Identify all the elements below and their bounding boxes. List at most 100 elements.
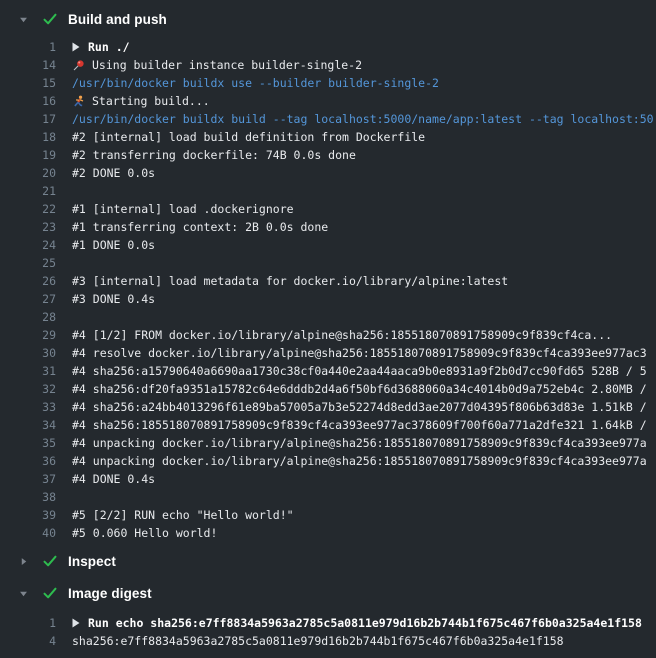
line-number[interactable]: 4 bbox=[0, 632, 56, 650]
runner-icon bbox=[72, 95, 85, 108]
line-label: #2 [internal] load build definition from… bbox=[72, 128, 425, 146]
log-line: 14 Using builder instance builder-single-… bbox=[0, 56, 656, 74]
expand-arrow-icon[interactable] bbox=[72, 618, 80, 628]
line-number[interactable]: 14 bbox=[0, 56, 56, 74]
line-number[interactable]: 38 bbox=[0, 488, 56, 506]
line-number[interactable]: 17 bbox=[0, 110, 56, 128]
line-label: #4 unpacking docker.io/library/alpine@sh… bbox=[72, 452, 647, 470]
line-text: #5 0.060 Hello world! bbox=[72, 524, 217, 542]
log-line: 30 #4 resolve docker.io/library/alpine@sh… bbox=[0, 344, 656, 362]
line-text: #3 [internal] load metadata for docker.i… bbox=[72, 272, 508, 290]
line-text: /usr/bin/docker buildx use --builder bui… bbox=[72, 74, 439, 92]
section-header-inspect[interactable]: Inspect bbox=[0, 550, 656, 572]
log-line: 31 #4 sha256:a15790640a6690aa1730c38cf0a4… bbox=[0, 362, 656, 380]
line-label: sha256:e7ff8834a5963a2785c5a0811e979d16b… bbox=[72, 632, 564, 650]
line-number[interactable]: 21 bbox=[0, 182, 56, 200]
line-number[interactable]: 32 bbox=[0, 380, 56, 398]
section-header-image-digest[interactable]: Image digest bbox=[0, 582, 656, 604]
log-line: 21 bbox=[0, 182, 656, 200]
line-label: Run ./ bbox=[88, 38, 130, 56]
line-number[interactable]: 35 bbox=[0, 434, 56, 452]
line-text: /usr/bin/docker buildx build --tag local… bbox=[72, 110, 654, 128]
section-title: Build and push bbox=[68, 12, 167, 27]
check-icon bbox=[42, 585, 58, 601]
expand-arrow-icon[interactable] bbox=[72, 42, 80, 52]
line-text: #4 DONE 0.4s bbox=[72, 470, 155, 488]
line-number[interactable]: 23 bbox=[0, 218, 56, 236]
line-number[interactable]: 20 bbox=[0, 164, 56, 182]
line-number[interactable]: 36 bbox=[0, 452, 56, 470]
line-text: Starting build... bbox=[72, 92, 210, 110]
line-number[interactable]: 30 bbox=[0, 344, 56, 362]
log-line: 34 #4 sha256:185518070891758909c9f839cf4c… bbox=[0, 416, 656, 434]
line-label: #2 DONE 0.0s bbox=[72, 164, 155, 182]
line-text: Run echo sha256:e7ff8834a5963a2785c5a081… bbox=[72, 614, 642, 632]
line-label: #4 [1/2] FROM docker.io/library/alpine@s… bbox=[72, 326, 612, 344]
line-label: #4 sha256:df20fa9351a15782c64e6dddb2d4a6… bbox=[72, 380, 647, 398]
line-text: #1 DONE 0.0s bbox=[72, 236, 155, 254]
line-number[interactable]: 27 bbox=[0, 290, 56, 308]
log-line: 36 #4 unpacking docker.io/library/alpine@… bbox=[0, 452, 656, 470]
line-label: #5 0.060 Hello world! bbox=[72, 524, 217, 542]
log-line: 18 #2 [internal] load build definition fr… bbox=[0, 128, 656, 146]
log-line: 24 #1 DONE 0.0s bbox=[0, 236, 656, 254]
line-text: #5 [2/2] RUN echo "Hello world!" bbox=[72, 506, 294, 524]
log-lines: 1 Run ./ 14 Using builder instance builder-… bbox=[0, 30, 656, 550]
line-text: sha256:e7ff8834a5963a2785c5a0811e979d16b… bbox=[72, 632, 564, 650]
line-label: #4 sha256:185518070891758909c9f839cf4ca3… bbox=[72, 416, 647, 434]
section-header-build-and-push[interactable]: Build and push bbox=[0, 8, 656, 30]
chevron-right-icon[interactable] bbox=[18, 556, 29, 567]
line-number[interactable]: 26 bbox=[0, 272, 56, 290]
log-line: 25 bbox=[0, 254, 656, 272]
line-text: #4 unpacking docker.io/library/alpine@sh… bbox=[72, 434, 647, 452]
line-number[interactable]: 40 bbox=[0, 524, 56, 542]
line-number[interactable]: 25 bbox=[0, 254, 56, 272]
line-label: #1 transferring context: 2B 0.0s done bbox=[72, 218, 328, 236]
log-line: 23 #1 transferring context: 2B 0.0s done bbox=[0, 218, 656, 236]
line-text: #4 sha256:df20fa9351a15782c64e6dddb2d4a6… bbox=[72, 380, 647, 398]
line-number[interactable]: 28 bbox=[0, 308, 56, 326]
line-number[interactable]: 34 bbox=[0, 416, 56, 434]
log-line: 33#4 sha256:a24bb4013296f61e89ba57005a7b… bbox=[0, 398, 656, 416]
log-section-inspect: Inspect bbox=[0, 550, 656, 572]
line-number[interactable]: 37 bbox=[0, 470, 56, 488]
log-line: 38 bbox=[0, 488, 656, 506]
line-number[interactable]: 1 bbox=[0, 38, 56, 56]
line-number[interactable]: 33 bbox=[0, 398, 56, 416]
line-number[interactable]: 19 bbox=[0, 146, 56, 164]
check-icon bbox=[42, 11, 58, 27]
log-line: 16 Starting build... bbox=[0, 92, 656, 110]
log-line: 27#3 DONE 0.4s bbox=[0, 290, 656, 308]
line-label: /usr/bin/docker buildx use --builder bui… bbox=[72, 74, 439, 92]
line-label: #4 resolve docker.io/library/alpine@sha2… bbox=[72, 344, 647, 362]
line-number[interactable]: 31 bbox=[0, 362, 56, 380]
line-label: #4 sha256:a15790640a6690aa1730c38cf0a440… bbox=[72, 362, 647, 380]
line-number[interactable]: 39 bbox=[0, 506, 56, 524]
log-line[interactable]: 1 Run echo sha256:e7ff8834a5963a2785c5a08… bbox=[0, 614, 656, 632]
chevron-down-icon[interactable] bbox=[18, 588, 29, 599]
pushpin-icon bbox=[72, 59, 85, 72]
line-number[interactable]: 24 bbox=[0, 236, 56, 254]
log-line: 29 #4 [1/2] FROM docker.io/library/alpine… bbox=[0, 326, 656, 344]
log-section-build-and-push: Build and push 1 Run ./ 14 Using builder ins… bbox=[0, 8, 656, 550]
check-icon bbox=[42, 553, 58, 569]
line-number[interactable]: 1 bbox=[0, 614, 56, 632]
line-number[interactable]: 29 bbox=[0, 326, 56, 344]
line-text: #1 [internal] load .dockerignore bbox=[72, 200, 294, 218]
line-number[interactable]: 15 bbox=[0, 74, 56, 92]
line-number[interactable]: 18 bbox=[0, 128, 56, 146]
log-line[interactable]: 1 Run ./ bbox=[0, 38, 656, 56]
line-text: #4 sha256:185518070891758909c9f839cf4ca3… bbox=[72, 416, 647, 434]
line-label: Using builder instance builder-single-2 bbox=[92, 56, 362, 74]
line-number[interactable]: 16 bbox=[0, 92, 56, 110]
line-label: #1 [internal] load .dockerignore bbox=[72, 200, 294, 218]
log-line: 40 #5 0.060 Hello world! bbox=[0, 524, 656, 542]
line-text: #1 transferring context: 2B 0.0s done bbox=[72, 218, 328, 236]
line-number[interactable]: 22 bbox=[0, 200, 56, 218]
log-line: 15/usr/bin/docker buildx use --builder b… bbox=[0, 74, 656, 92]
chevron-down-icon[interactable] bbox=[18, 14, 29, 25]
log-line: 22 #1 [internal] load .dockerignore bbox=[0, 200, 656, 218]
line-label: #1 DONE 0.0s bbox=[72, 236, 155, 254]
line-label: #2 transferring dockerfile: 74B 0.0s don… bbox=[72, 146, 356, 164]
line-text: Using builder instance builder-single-2 bbox=[72, 56, 362, 74]
